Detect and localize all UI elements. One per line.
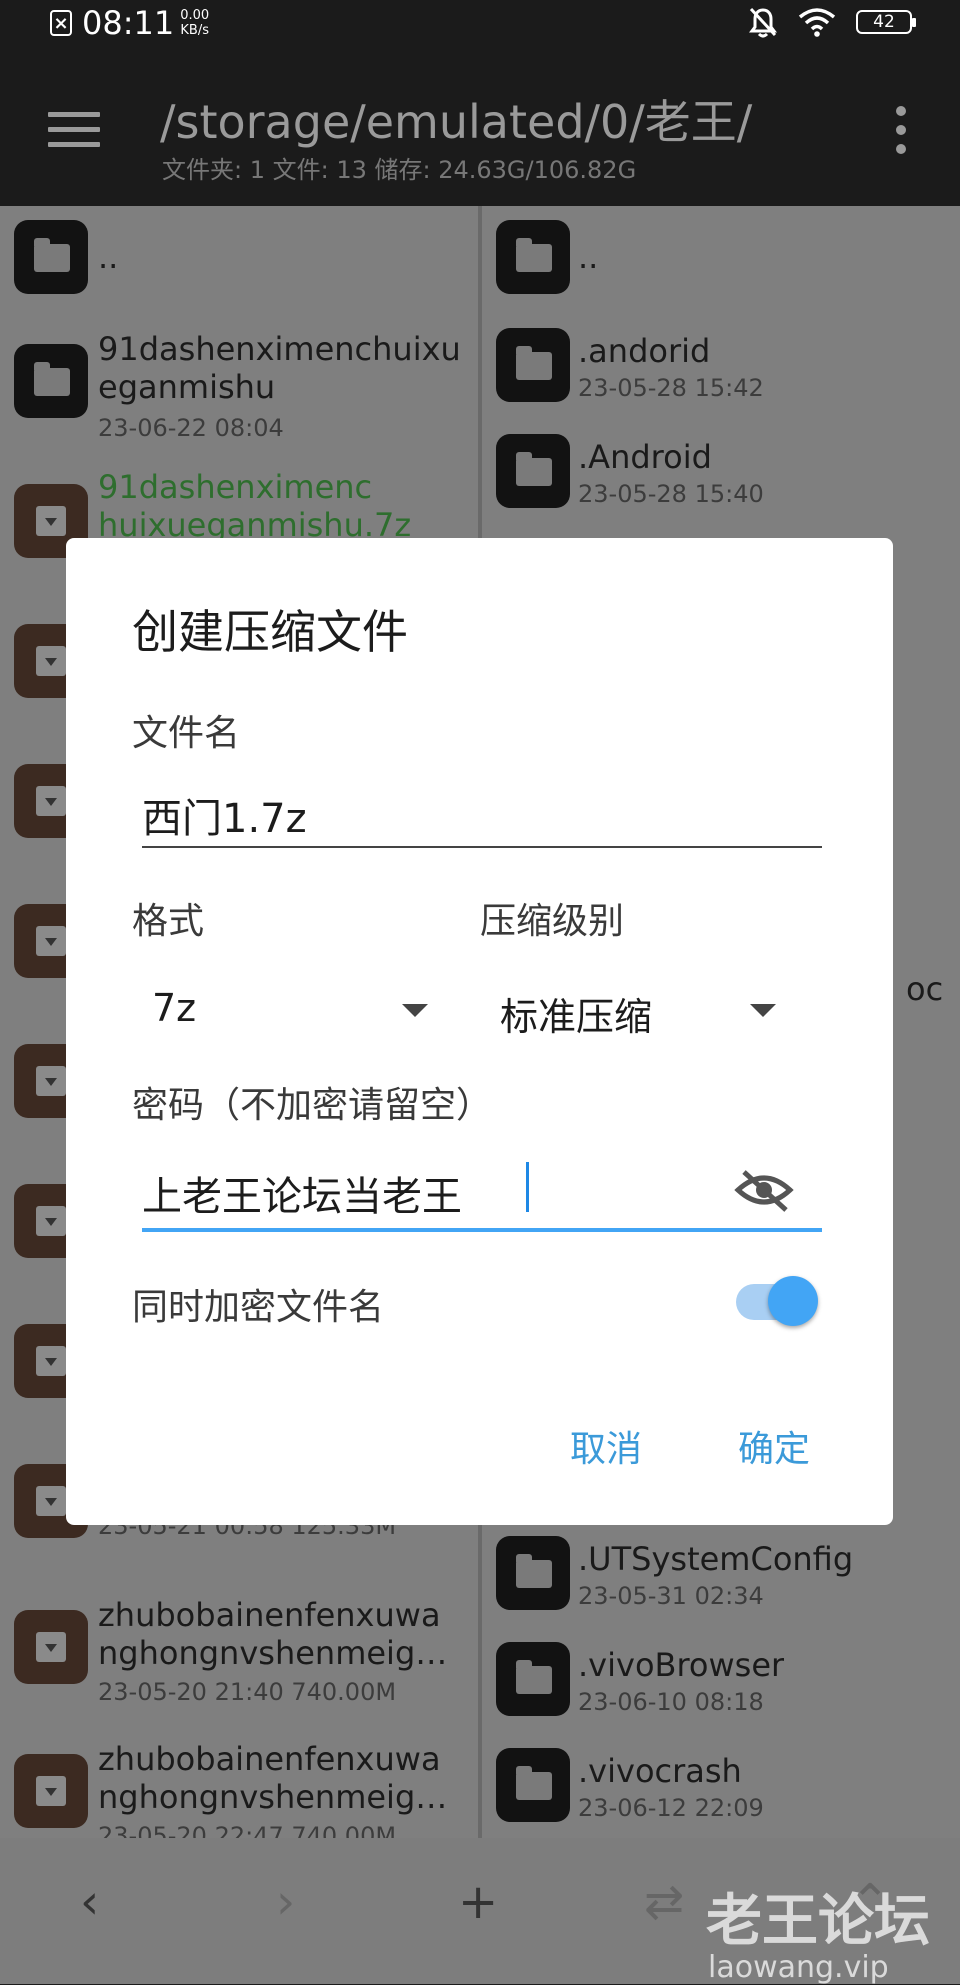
- file-name-line2: eganmishu: [98, 368, 276, 406]
- file-name-line1: zhubobainenfenxuwa: [98, 1740, 441, 1778]
- status-right: 42: [748, 6, 916, 38]
- file-name: .Android: [578, 438, 712, 476]
- file-name-line1: zhubobainenfenxuwa: [98, 1596, 441, 1634]
- battery-indicator: 42: [856, 10, 916, 34]
- format-selected-value: 7z: [152, 986, 197, 1030]
- text-cursor: [526, 1162, 529, 1212]
- file-meta: 23-05-20 21:40 740.00M: [98, 1678, 397, 1706]
- file-meta: 23-06-22 08:04: [98, 414, 284, 442]
- filename-input[interactable]: 西门1.7z: [142, 786, 307, 844]
- file-meta: 23-05-28 15:42: [578, 374, 764, 402]
- storage-summary: 文件夹: 1 文件: 13 储存: 24.63G/106.82G: [162, 156, 637, 184]
- file-name-line1: 91dashenximenchuixu: [98, 330, 461, 368]
- add-icon[interactable]: +: [458, 1872, 498, 1932]
- encrypt-filenames-label: 同时加密文件名: [132, 1287, 385, 1328]
- forward-arrow-icon[interactable]: ›: [276, 1872, 295, 1932]
- file-name-line2: nghongnvshenmeig…: [98, 1634, 448, 1672]
- archive-icon: [14, 1754, 88, 1828]
- network-speed-value: 0.00: [180, 8, 210, 23]
- bell-off-icon: [749, 7, 777, 38]
- watermark-text: 老王论坛: [706, 1889, 930, 1954]
- toggle-thumb: [768, 1276, 818, 1326]
- folder-icon: [496, 1642, 570, 1716]
- folder-icon: [14, 344, 88, 418]
- archive-icon: [14, 1610, 88, 1684]
- app-bar: /storage/emulated/0/老王/ 文件夹: 1 文件: 13 储存…: [0, 46, 960, 206]
- file-name: .vivocrash: [578, 1752, 742, 1790]
- x-box-icon: ×: [50, 10, 72, 36]
- status-time: 08:11: [82, 4, 175, 42]
- compression-level-selected-value: 标准压缩: [500, 995, 653, 1039]
- file-meta: 23-06-10 08:18: [578, 1688, 764, 1716]
- hamburger-menu-icon[interactable]: [48, 112, 100, 152]
- partial-file-name: oc: [906, 970, 944, 1008]
- watermark-url: laowang.vip: [708, 1950, 889, 1985]
- file-name-line1: 91dashenximenc: [98, 468, 373, 506]
- file-meta: 23-05-31 02:34: [578, 1582, 764, 1610]
- current-path: /storage/emulated/0/老王/: [160, 95, 753, 149]
- swap-panes-icon[interactable]: ⇄: [644, 1872, 684, 1932]
- status-bar: × 08:11 0.00 KB/s 42: [0, 0, 960, 46]
- dialog-title: 创建压缩文件: [132, 605, 408, 659]
- compression-level-label: 压缩级别: [480, 901, 625, 942]
- folder-icon: [14, 220, 88, 294]
- folder-icon: [496, 1536, 570, 1610]
- create-archive-dialog: 创建压缩文件 文件名 西门1.7z 格式 压缩级别 7z 标准压缩 密码（不加密…: [66, 538, 893, 1525]
- network-speed-unit: KB/s: [180, 23, 209, 38]
- chevron-down-icon: [402, 1004, 428, 1017]
- folder-icon: [496, 220, 570, 294]
- file-name: ..: [578, 238, 599, 276]
- eye-off-icon[interactable]: [734, 1168, 794, 1212]
- file-name: .andorid: [578, 332, 711, 370]
- confirm-button[interactable]: 确定: [738, 1420, 810, 1472]
- cancel-button[interactable]: 取消: [570, 1420, 642, 1472]
- more-options-icon[interactable]: [896, 106, 908, 156]
- password-input[interactable]: 上老王论坛当老王: [142, 1164, 462, 1222]
- file-name: ..: [98, 238, 119, 276]
- file-name-line2: nghongnvshenmeig…: [98, 1778, 448, 1816]
- back-arrow-icon[interactable]: ‹: [80, 1872, 99, 1932]
- file-meta: 23-05-20 22:47 740.00M: [98, 1822, 397, 1838]
- file-name: .vivoBrowser: [578, 1646, 785, 1684]
- wifi-icon: [798, 8, 836, 37]
- status-left: × 08:11 0.00 KB/s: [50, 4, 209, 42]
- format-label: 格式: [132, 901, 205, 942]
- file-meta: 23-06-12 22:09: [578, 1794, 764, 1822]
- filename-label: 文件名: [132, 713, 241, 754]
- folder-icon: [496, 1748, 570, 1822]
- file-meta: 23-05-28 15:40: [578, 480, 764, 508]
- folder-icon: [496, 328, 570, 402]
- password-label: 密码（不加密请留空）: [132, 1085, 493, 1126]
- network-speed: 0.00 KB/s: [180, 8, 209, 38]
- folder-icon: [496, 434, 570, 508]
- file-name: .UTSystemConfig: [578, 1540, 854, 1578]
- filename-underline: [142, 846, 822, 848]
- password-underline: [142, 1228, 822, 1232]
- chevron-down-icon: [750, 1004, 776, 1017]
